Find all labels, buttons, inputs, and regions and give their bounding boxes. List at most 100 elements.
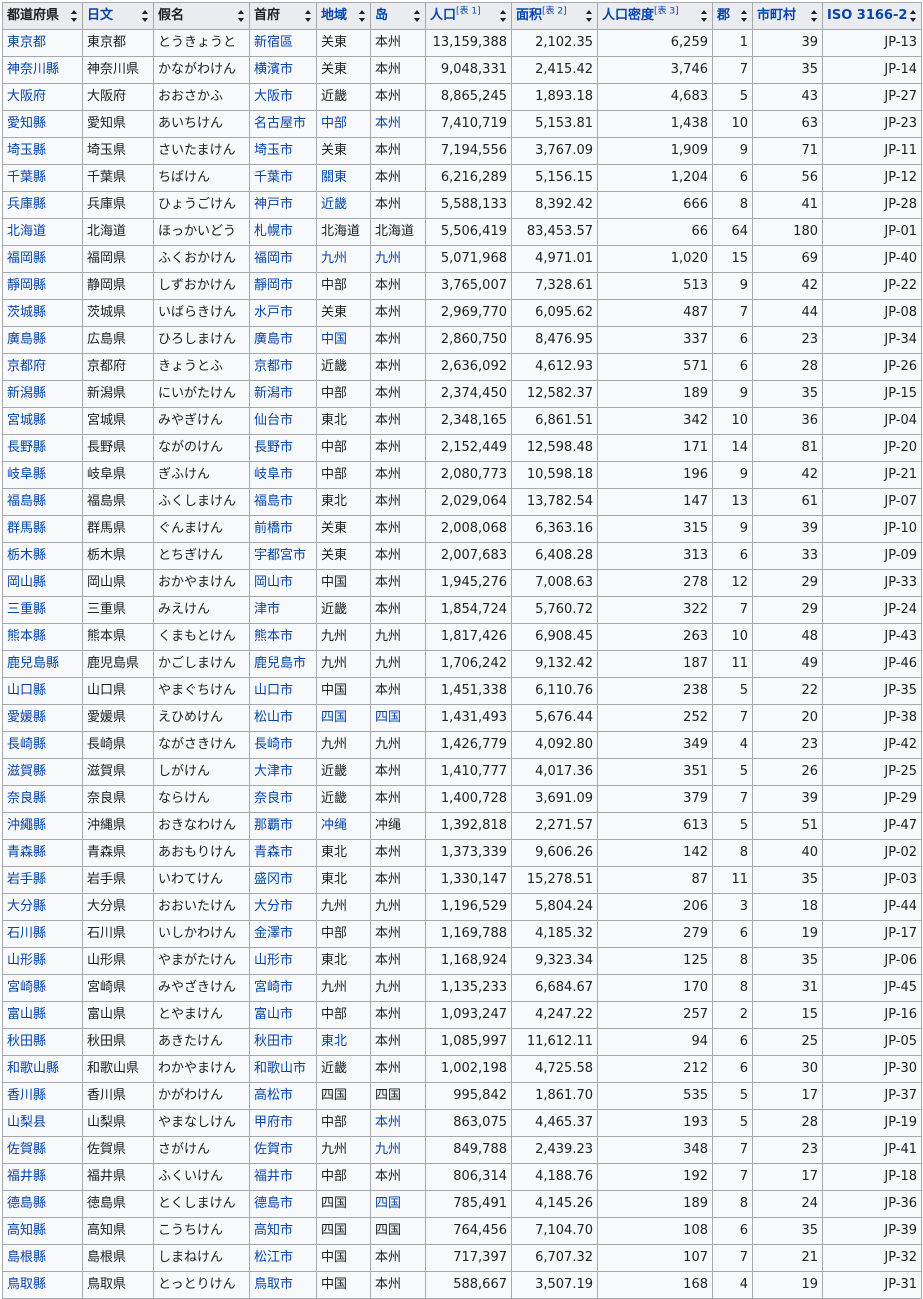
capital-link[interactable]: 福岡市 xyxy=(254,251,293,266)
cell-capital[interactable]: 福岡市 xyxy=(249,245,317,273)
cell-pref[interactable]: 廣島縣 xyxy=(2,326,83,354)
pref-link[interactable]: 福島縣 xyxy=(7,494,46,509)
cell-capital[interactable]: 高知市 xyxy=(249,1217,317,1245)
capital-link[interactable]: 千葉市 xyxy=(254,170,293,185)
capital-link[interactable]: 長崎市 xyxy=(254,737,293,752)
cell-capital[interactable]: 熊本市 xyxy=(249,623,317,651)
cell-capital[interactable]: 新宿區 xyxy=(249,29,317,57)
cell-pref[interactable]: 滋賀縣 xyxy=(2,758,83,786)
sort-arrows-icon[interactable] xyxy=(741,10,748,22)
pref-link[interactable]: 熊本縣 xyxy=(7,629,46,644)
pref-link[interactable]: 群馬縣 xyxy=(7,521,46,536)
cell-pref[interactable]: 千葉縣 xyxy=(2,164,83,192)
cell-pref[interactable]: 岡山縣 xyxy=(2,569,83,597)
capital-link[interactable]: 京都市 xyxy=(254,359,293,374)
island-link[interactable]: 四国 xyxy=(375,1196,401,1211)
cell-capital[interactable]: 鹿兒島市 xyxy=(249,650,317,678)
capital-link[interactable]: 秋田市 xyxy=(254,1034,293,1049)
island-link[interactable]: 本州 xyxy=(375,116,401,131)
cell-pref[interactable]: 福島縣 xyxy=(2,488,83,516)
cell-pref[interactable]: 愛媛縣 xyxy=(2,704,83,732)
capital-link[interactable]: 岡山市 xyxy=(254,575,293,590)
capital-link[interactable]: 宮崎市 xyxy=(254,980,293,995)
capital-link[interactable]: 熊本市 xyxy=(254,629,293,644)
capital-link[interactable]: 津市 xyxy=(254,602,280,617)
cell-pref[interactable]: 富山縣 xyxy=(2,1001,83,1029)
cell-pref[interactable]: 神奈川縣 xyxy=(2,56,83,84)
cell-pref[interactable]: 新潟縣 xyxy=(2,380,83,408)
cell-pref[interactable]: 山梨县 xyxy=(2,1109,83,1137)
pref-link[interactable]: 大阪府 xyxy=(7,89,46,104)
column-header-label[interactable]: 人口密度 xyxy=(602,8,654,23)
cell-pref[interactable]: 石川縣 xyxy=(2,920,83,948)
pref-link[interactable]: 廣島縣 xyxy=(7,332,46,347)
cell-pref[interactable]: 北海道 xyxy=(2,218,83,246)
pref-link[interactable]: 栃木縣 xyxy=(7,548,46,563)
column-header-label[interactable]: 岛 xyxy=(375,8,388,23)
column-header-island[interactable]: 岛 xyxy=(370,2,426,30)
cell-island[interactable]: 九州 xyxy=(370,245,426,273)
cell-capital[interactable]: 津市 xyxy=(249,596,317,624)
cell-capital[interactable]: 横濱市 xyxy=(249,56,317,84)
sort-arrows-icon[interactable] xyxy=(811,10,818,22)
cell-pref[interactable]: 茨城縣 xyxy=(2,299,83,327)
column-header-kana[interactable]: 假名 xyxy=(153,2,250,30)
capital-link[interactable]: 福井市 xyxy=(254,1169,293,1184)
cell-pref[interactable]: 兵庫縣 xyxy=(2,191,83,219)
cell-island[interactable]: 四国 xyxy=(370,1190,426,1218)
cell-capital[interactable]: 札幌市 xyxy=(249,218,317,246)
sort-arrows-icon[interactable] xyxy=(71,10,78,22)
cell-capital[interactable]: 神戸市 xyxy=(249,191,317,219)
pref-link[interactable]: 岡山縣 xyxy=(7,575,46,590)
pref-link[interactable]: 福岡縣 xyxy=(7,251,46,266)
capital-link[interactable]: 和歌山市 xyxy=(254,1061,306,1076)
cell-region[interactable]: 關東 xyxy=(316,164,371,192)
capital-link[interactable]: 佐賀市 xyxy=(254,1142,293,1157)
column-header-label[interactable]: 郡 xyxy=(717,8,730,23)
cell-pref[interactable]: 栃木縣 xyxy=(2,542,83,570)
region-link[interactable]: 中国 xyxy=(321,332,347,347)
cell-capital[interactable]: 岐阜市 xyxy=(249,461,317,489)
region-link[interactable]: 東北 xyxy=(321,1034,347,1049)
cell-capital[interactable]: 和歌山市 xyxy=(249,1055,317,1083)
island-link[interactable]: 本州 xyxy=(375,1115,401,1130)
cell-pref[interactable]: 靜岡縣 xyxy=(2,272,83,300)
cell-pref[interactable]: 福岡縣 xyxy=(2,245,83,273)
cell-pref[interactable]: 大阪府 xyxy=(2,83,83,111)
cell-island[interactable]: 本州 xyxy=(370,110,426,138)
pref-link[interactable]: 岩手縣 xyxy=(7,872,46,887)
cell-pref[interactable]: 長崎縣 xyxy=(2,731,83,759)
cell-capital[interactable]: 大分市 xyxy=(249,893,317,921)
cell-capital[interactable]: 山形市 xyxy=(249,947,317,975)
cell-capital[interactable]: 松江市 xyxy=(249,1244,317,1272)
capital-link[interactable]: 札幌市 xyxy=(254,224,293,239)
column-header-munis[interactable]: 市町村 xyxy=(752,2,823,30)
footnote-reference[interactable]: [表 3] xyxy=(654,7,679,17)
capital-link[interactable]: 山形市 xyxy=(254,953,293,968)
pref-link[interactable]: 大分縣 xyxy=(7,899,46,914)
cell-region[interactable]: 中部 xyxy=(316,110,371,138)
cell-capital[interactable]: 千葉市 xyxy=(249,164,317,192)
cell-capital[interactable]: 大津市 xyxy=(249,758,317,786)
cell-capital[interactable]: 甲府市 xyxy=(249,1109,317,1137)
column-header-pop[interactable]: 人口[表 1] xyxy=(425,2,512,30)
pref-link[interactable]: 島根縣 xyxy=(7,1250,46,1265)
pref-link[interactable]: 福井縣 xyxy=(7,1169,46,1184)
cell-capital[interactable]: 富山市 xyxy=(249,1001,317,1029)
cell-capital[interactable]: 名古屋市 xyxy=(249,110,317,138)
capital-link[interactable]: 高知市 xyxy=(254,1223,293,1238)
sort-arrows-icon[interactable] xyxy=(305,10,312,22)
pref-link[interactable]: 和歌山縣 xyxy=(7,1061,59,1076)
cell-capital[interactable]: 宇都宮市 xyxy=(249,542,317,570)
cell-island[interactable]: 九州 xyxy=(370,1136,426,1164)
cell-capital[interactable]: 仙台市 xyxy=(249,407,317,435)
capital-link[interactable]: 神戸市 xyxy=(254,197,293,212)
cell-pref[interactable]: 鹿兒島縣 xyxy=(2,650,83,678)
pref-link[interactable]: 三重縣 xyxy=(7,602,46,617)
footnote-reference[interactable]: [表 1] xyxy=(456,7,481,17)
cell-region[interactable]: 東北 xyxy=(316,1028,371,1056)
capital-link[interactable]: 新宿區 xyxy=(254,35,293,50)
cell-pref[interactable]: 鳥取縣 xyxy=(2,1271,83,1299)
pref-link[interactable]: 長野縣 xyxy=(7,440,46,455)
cell-pref[interactable]: 岩手縣 xyxy=(2,866,83,894)
